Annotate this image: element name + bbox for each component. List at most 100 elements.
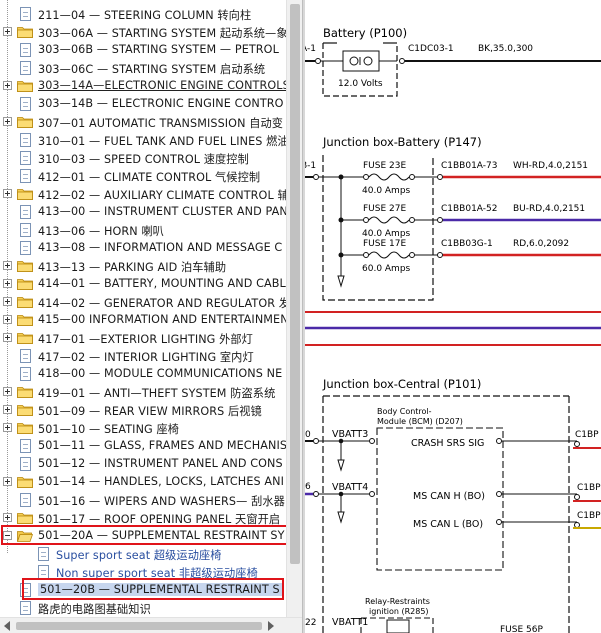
- relay-label: ignition (R285): [369, 607, 429, 616]
- tree-document-item[interactable]: 211—04 — STEERING COLUMN 转向柱: [0, 5, 286, 23]
- expand-plus-icon[interactable]: [3, 405, 12, 414]
- wire-id-label: C1DC03-1: [408, 44, 454, 54]
- tree-document-item[interactable]: 418—00 — MODULE COMMUNICATIONS NE: [0, 365, 286, 383]
- document-icon: [20, 43, 31, 57]
- folder-icon: [17, 117, 33, 128]
- ms-can-h-label: MS CAN H (BO): [413, 491, 485, 502]
- fuse-name: FUSE 23E: [363, 161, 406, 171]
- folder-icon: [17, 405, 33, 416]
- tree-horizontal-scrollbar[interactable]: [0, 617, 302, 633]
- tree-document-item[interactable]: 412—01 — CLIMATE CONTROL 气候控制: [0, 167, 286, 185]
- tree-item-label: 303—14A—ELECTRONIC ENGINE CONTROLS: [38, 79, 286, 92]
- tree-folder-item[interactable]: 501—20A — SUPPLEMENTAL RESTRAINT SY: [0, 527, 286, 545]
- scroll-thumb[interactable]: [290, 4, 300, 564]
- document-icon: [20, 241, 31, 255]
- folder-icon: [17, 423, 33, 434]
- tree-folder-item[interactable]: 501—10 — SEATING 座椅: [0, 419, 286, 437]
- tree-document-item[interactable]: 501—16 — WIPERS AND WASHERS— 刮水器: [0, 491, 286, 509]
- tree-document-item[interactable]: 413—06 — HORN 喇叭: [0, 221, 286, 239]
- tree-document-item[interactable]: 310—01 — FUEL TANK AND FUEL LINES 燃油: [0, 131, 286, 149]
- fuse-2: FUSE 17E 60.0 Amps C1BB03G-1 RD,6.0,2092: [341, 239, 601, 274]
- expand-plus-icon[interactable]: [3, 297, 12, 306]
- fuse-symbol-icon: [368, 173, 410, 181]
- pin-label: C1BP: [577, 511, 601, 521]
- tree-document-item[interactable]: 413—00 — INSTRUMENT CLUSTER AND PAN: [0, 203, 286, 221]
- tree-item-label: 501—10 — SEATING 座椅: [38, 423, 180, 436]
- tree-item-label: 414—02 — GENERATOR AND REGULATOR 发: [38, 297, 286, 310]
- tree-folder-item[interactable]: 417—01 —EXTERIOR LIGHTING 外部灯: [0, 329, 286, 347]
- expand-plus-icon[interactable]: [3, 261, 12, 270]
- ground-arrow-icon: [337, 511, 345, 524]
- tree-document-item[interactable]: 501—20B — SUPPLEMENTAL RESTRAINT S: [0, 581, 286, 599]
- expand-plus-icon[interactable]: [3, 477, 12, 486]
- document-icon: [20, 205, 31, 219]
- tree-document-item[interactable]: 501—12 — INSTRUMENT PANEL AND CONS: [0, 455, 286, 473]
- crash-srs-label: CRASH SRS SIG: [411, 438, 484, 449]
- tree-item-label: 303—06C — STARTING SYSTEM 启动系统: [38, 63, 266, 76]
- expand-plus-icon[interactable]: [3, 513, 12, 522]
- tree-document-item[interactable]: 路虎的电路图基础知识: [0, 599, 286, 617]
- wire-spec-label: WH-RD,4.0,2151: [513, 161, 588, 171]
- tree-folder-item[interactable]: 412—02 — AUXILIARY CLIMATE CONTROL 辅: [0, 185, 286, 203]
- tree-item-label: 501—09 — REAR VIEW MIRRORS 后视镜: [38, 405, 262, 418]
- expand-plus-icon[interactable]: [3, 27, 12, 36]
- tree-folder-item[interactable]: 419—01 — ANTI—THEFT SYSTEM 防盗系统: [0, 383, 286, 401]
- tree-document-item[interactable]: 501—11 — GLASS, FRAMES AND MECHANIS: [0, 437, 286, 455]
- tree-item-label: 路虎的电路图基础知识: [38, 603, 151, 616]
- wiring-diagram-tree[interactable]: 211—04 — STEERING COLUMN 转向柱 303—06A — ST…: [0, 0, 286, 633]
- document-icon: [20, 61, 31, 75]
- fuse-amps: 40.0 Amps: [362, 186, 411, 196]
- tree-folder-item[interactable]: 307—01 AUTOMATIC TRANSMISSION 自动变: [0, 113, 286, 131]
- tree-folder-item[interactable]: 414—01 — BATTERY, MOUNTING AND CABL: [0, 275, 286, 293]
- folder-icon: [17, 27, 33, 38]
- tree-item-label: Non super sport seat 非超级运动座椅: [56, 567, 258, 580]
- scroll-right-arrow-icon[interactable]: [268, 621, 274, 631]
- bcm-label: Module (BCM) (D207): [377, 417, 463, 426]
- tree-folder-item[interactable]: 414—02 — GENERATOR AND REGULATOR 发: [0, 293, 286, 311]
- tree-document-item[interactable]: 303—14B — ELECTRONIC ENGINE CONTRO: [0, 95, 286, 113]
- wire-id-label: C1BB01A-73: [441, 161, 497, 171]
- tree-folder-item[interactable]: 303—14A—ELECTRONIC ENGINE CONTROLS: [0, 77, 286, 95]
- tree-folder-item[interactable]: 501—17 — ROOF OPENING PANEL 天窗开启: [0, 509, 286, 527]
- tree-document-item[interactable]: 303—06C — STARTING SYSTEM 启动系统: [0, 59, 286, 77]
- tree-document-item[interactable]: 303—06B — STARTING SYSTEM — PETROL: [0, 41, 286, 59]
- scroll-thumb-horizontal[interactable]: [16, 622, 262, 630]
- tree-folder-item[interactable]: 501—09 — REAR VIEW MIRRORS 后视镜: [0, 401, 286, 419]
- document-icon: [20, 493, 31, 507]
- tree-document-item[interactable]: 413—08 — INFORMATION AND MESSAGE C: [0, 239, 286, 257]
- tree-item-label: 417—01 —EXTERIOR LIGHTING 外部灯: [38, 333, 253, 346]
- document-icon: [38, 547, 49, 561]
- fuse-amps: 60.0 Amps: [362, 264, 411, 274]
- tree-folder-item[interactable]: 415—00 INFORMATION AND ENTERTAINMEN: [0, 311, 286, 329]
- expand-plus-icon[interactable]: [3, 423, 12, 432]
- expand-plus-icon[interactable]: [3, 387, 12, 396]
- collapse-minus-icon[interactable]: [3, 531, 12, 540]
- tree-document-item[interactable]: 310—03 — SPEED CONTROL 速度控制: [0, 149, 286, 167]
- tree-vertical-scrollbar[interactable]: [286, 0, 302, 617]
- tree-folder-item[interactable]: 501—14 — HANDLES, LOCKS, LATCHES ANI: [0, 473, 286, 491]
- folder-icon: [17, 477, 33, 488]
- expand-plus-icon[interactable]: [3, 189, 12, 198]
- expand-plus-icon[interactable]: [3, 279, 12, 288]
- folder-icon: [17, 261, 33, 272]
- fuse-symbol-icon: [368, 251, 410, 259]
- expand-plus-icon[interactable]: [3, 81, 12, 90]
- pin-label: 6: [305, 482, 311, 492]
- tree-item-label: 419—01 — ANTI—THEFT SYSTEM 防盗系统: [38, 387, 276, 400]
- tree-folder-item[interactable]: 413—13 — PARKING AID 泊车辅助: [0, 257, 286, 275]
- tree-item-label: 501—14 — HANDLES, LOCKS, LATCHES ANI: [38, 475, 284, 488]
- expand-plus-icon[interactable]: [3, 315, 12, 324]
- tree-item-label: 413—13 — PARKING AID 泊车辅助: [38, 261, 227, 274]
- relay-label: Relay-Restraints: [365, 597, 430, 606]
- tree-document-item[interactable]: 417—02 — INTERIOR LIGHTING 室内灯: [0, 347, 286, 365]
- ground-arrow-icon: [337, 275, 345, 288]
- expand-plus-icon[interactable]: [3, 117, 12, 126]
- tree-document-item[interactable]: Non super sport seat 非超级运动座椅: [0, 563, 286, 581]
- expand-plus-icon[interactable]: [3, 333, 12, 342]
- pin-label: C1BP: [577, 483, 601, 493]
- tree-item-label: 414—01 — BATTERY, MOUNTING AND CABL: [38, 277, 286, 290]
- tree-folder-item[interactable]: 303—06A — STARTING SYSTEM 起动系统—象: [0, 23, 286, 41]
- tree-document-item[interactable]: Super sport seat 超级运动座椅: [0, 545, 286, 563]
- junction-battery-title: Junction box-Battery (P147): [322, 135, 482, 149]
- scroll-left-arrow-icon[interactable]: [4, 621, 10, 631]
